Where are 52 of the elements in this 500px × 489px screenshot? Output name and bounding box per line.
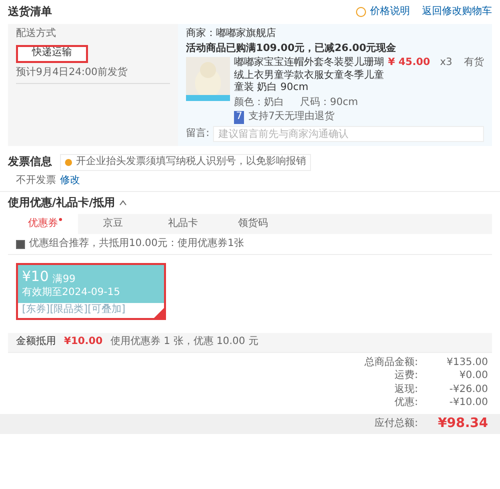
promo-text: 活动商品已购满109.00元，已减26.00元现金 [186, 42, 398, 55]
edit-link[interactable]: 修改 [60, 174, 80, 187]
check-corner-icon [154, 308, 164, 318]
product-price: ¥ 45.00 [388, 57, 432, 70]
total-label: 总商品金额: [364, 356, 418, 370]
coupon-condition: 满99 [52, 274, 76, 287]
invoice-tip: 开企业抬头发票须填写纳税人识别号，以免影响报销 [60, 154, 311, 170]
coupon-tag: [东券] [22, 304, 50, 317]
back-to-cart-link[interactable]: 返回修改购物车 [422, 6, 492, 18]
section-title: 送货清单 [8, 5, 52, 19]
discount-tab[interactable]: 领货码 [218, 214, 288, 234]
total-value: ¥135.00 [446, 356, 488, 370]
total-label: 返现: [394, 384, 418, 396]
product-quantity: x3 [440, 57, 454, 70]
coupon-tag: [限品类] [50, 304, 88, 317]
chevron-icon[interactable] [119, 200, 128, 206]
product-title[interactable]: 嘟嘟家宝宝连帽外套冬装婴儿珊瑚绒上衣男童学款衣服女童冬季儿童童装 奶白 90cm [234, 57, 384, 94]
discount-summary-amount: ¥10.00 [64, 336, 103, 349]
total-value: -¥10.00 [448, 397, 488, 410]
total-value: -¥26.00 [448, 384, 488, 396]
invoice-title: 发票信息 [8, 155, 52, 170]
return-badge-icon: 7 [234, 111, 244, 124]
coupon-expiry: 有效期至2024-09-15 [22, 286, 120, 298]
coupon-tag: [可叠加] [88, 304, 126, 317]
total-label: 优惠: [394, 397, 418, 410]
price-note-link[interactable]: 价格说明 [370, 6, 410, 18]
total-value: ¥0.00 [458, 370, 488, 383]
combo-label: 优惠组合推荐，共抵用10.00元：使用优惠券1张 [29, 238, 244, 250]
info-icon [356, 7, 366, 17]
discount-summary-detail: 使用优惠券 1 张，优惠 10.00 元 [110, 336, 258, 349]
discount-tab[interactable]: 礼品卡 [148, 214, 218, 234]
invoice-value: 不开发票 [16, 174, 56, 187]
payable-value: ¥98.34 [436, 416, 488, 432]
coupon-amount: ¥10 [22, 269, 49, 286]
total-label: 运费: [394, 370, 418, 383]
pin-icon [65, 158, 72, 166]
return-policy: 支持7天无理由退货 [248, 111, 335, 124]
discount-summary-label: 金额抵用 [16, 336, 56, 349]
product-size: 尺码：90cm [300, 96, 358, 109]
seller-name: 商家：嘟嘟家旗舰店 [186, 28, 277, 40]
delivery-option[interactable]: 快递运输 [16, 44, 88, 62]
discount-tab[interactable]: 优惠券 [8, 214, 78, 234]
product-color: 颜色：奶白 [234, 96, 284, 109]
note-label: 留言: [186, 128, 210, 140]
note-input-field[interactable]: 建议留言前先与商家沟通确认 [213, 126, 484, 142]
payable-label: 应付总额: [374, 418, 418, 430]
combo-checkbox[interactable] [16, 240, 25, 248]
stock-status: 有货 [464, 57, 484, 70]
delivery-estimate: 预计9月4日24:00前发货 [16, 66, 170, 84]
discount-title: 使用优惠/礼品卡/抵用 [8, 196, 116, 210]
discount-tab[interactable]: 京豆 [78, 214, 148, 234]
delivery-label: 配送方式 [16, 28, 57, 40]
